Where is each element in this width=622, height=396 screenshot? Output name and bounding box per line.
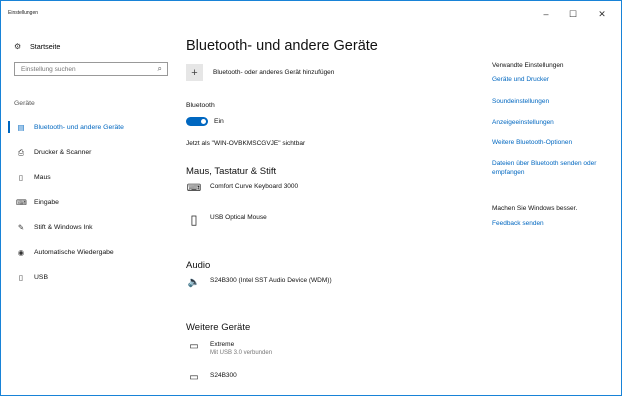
printer-icon: ⎙ [18, 147, 24, 157]
link-send-receive-files[interactable]: Dateien über Bluetooth senden oder empfa… [492, 159, 617, 177]
sidebar-item-autoplay[interactable]: ◉ Automatische Wiedergabe [1, 240, 171, 265]
section-heading-audio: Audio [186, 260, 211, 271]
gear-icon: ⚙ [14, 41, 22, 51]
device-extreme[interactable]: ▭ Extreme Mit USB 3.0 verbunden [186, 341, 272, 357]
sidebar-item-label: USB [34, 274, 48, 281]
search-icon: ⌕ [157, 64, 162, 73]
device-name: S24B300 (Intel SST Audio Device (WDM)) [210, 277, 332, 284]
device-name: Extreme [210, 341, 235, 348]
sidebar-item-mouse[interactable]: ▯ Maus [1, 165, 171, 190]
sidebar-item-printers[interactable]: ⎙ Drucker & Scanner [1, 140, 171, 165]
device-audio[interactable]: 🔈 S24B300 (Intel SST Audio Device (WDM)) [186, 277, 332, 289]
main-content: Bluetooth- und andere Geräte + Bluetooth… [186, 31, 476, 395]
sidebar-home[interactable]: ⚙ Startseite [14, 40, 60, 52]
bluetooth-state: Ein [214, 118, 224, 125]
home-label: Startseite [30, 41, 61, 51]
visible-as-text: Jetzt als "WIN-OVBKMSCGVJE" sichtbar [186, 140, 306, 147]
usb-icon: ▯ [18, 273, 24, 282]
device-name: Comfort Curve Keyboard 3000 [210, 183, 299, 190]
sidebar-item-label: Automatische Wiedergabe [34, 249, 114, 256]
keyboard-icon: ⌨ [16, 198, 27, 207]
devices-icon: ▤ [17, 123, 25, 132]
bluetooth-toggle[interactable] [186, 117, 208, 126]
sidebar-item-usb[interactable]: ▯ USB [1, 265, 171, 290]
sidebar-item-label: Bluetooth- und andere Geräte [34, 124, 124, 131]
mouse-icon: ▯ [190, 212, 198, 227]
device-status: Mit USB 3.0 verbunden [210, 350, 273, 356]
pen-icon: ✎ [17, 223, 25, 232]
add-device-label: Bluetooth- oder anderes Gerät hinzufügen [213, 69, 335, 76]
section-heading-mouse-keyboard: Maus, Tastatur & Stift [186, 166, 277, 177]
mouse-icon: ▯ [18, 173, 24, 182]
search-input[interactable]: Einstellung suchen ⌕ [14, 62, 168, 76]
device-monitor[interactable]: ▭ S24B300 [186, 372, 237, 384]
keyboard-icon: ⌨ [186, 183, 202, 194]
settings-window: Einstellungen – ☐ ✕ ⚙ Startseite Einstel… [0, 0, 622, 396]
selection-indicator [8, 121, 10, 133]
title-bar: Einstellungen – ☐ ✕ [1, 1, 621, 31]
close-button[interactable]: ✕ [591, 7, 613, 21]
feedback-heading: Machen Sie Windows besser. [492, 205, 578, 212]
sidebar-item-label: Stift & Windows Ink [34, 224, 93, 231]
sidebar-nav: ▤ Bluetooth- und andere Geräte ⎙ Drucker… [1, 115, 171, 290]
device-mouse[interactable]: ▯ USB Optical Mouse [186, 212, 267, 227]
link-feedback[interactable]: Feedback senden [492, 219, 617, 228]
plus-icon: + [186, 64, 203, 81]
device-name: USB Optical Mouse [210, 214, 267, 221]
toggle-knob [201, 119, 206, 124]
link-more-bluetooth-options[interactable]: Weitere Bluetooth-Optionen [492, 138, 617, 147]
link-devices-printers[interactable]: Geräte und Drucker [492, 75, 617, 84]
sidebar: ⚙ Startseite Einstellung suchen ⌕ Geräte… [1, 31, 171, 395]
section-label-devices: Geräte [14, 100, 35, 107]
sidebar-item-label: Maus [34, 174, 51, 181]
minimize-button[interactable]: – [535, 7, 557, 21]
sidebar-item-label: Drucker & Scanner [34, 149, 92, 156]
device-keyboard[interactable]: ⌨ Comfort Curve Keyboard 3000 [186, 183, 298, 195]
link-display-settings[interactable]: Anzeigeeinstellungen [492, 118, 617, 127]
autoplay-icon: ◉ [17, 248, 25, 257]
related-heading: Verwandte Einstellungen [492, 62, 564, 69]
monitor-icon: ▭ [189, 372, 199, 383]
sidebar-item-input[interactable]: ⌨ Eingabe [1, 190, 171, 215]
maximize-button[interactable]: ☐ [562, 7, 584, 21]
link-sound-settings[interactable]: Soundeinstellungen [492, 97, 617, 106]
page-title: Bluetooth- und andere Geräte [186, 38, 378, 54]
window-title: Einstellungen [8, 10, 39, 16]
speaker-icon: 🔈 [187, 277, 201, 288]
drive-icon: ▭ [189, 341, 199, 352]
search-placeholder: Einstellung suchen [21, 66, 76, 73]
section-heading-other: Weitere Geräte [186, 322, 251, 333]
sidebar-item-bluetooth[interactable]: ▤ Bluetooth- und andere Geräte [1, 115, 171, 140]
sidebar-item-pen[interactable]: ✎ Stift & Windows Ink [1, 215, 171, 240]
bluetooth-label: Bluetooth [186, 102, 215, 109]
device-name: S24B300 [210, 372, 237, 379]
add-device-button[interactable]: + Bluetooth- oder anderes Gerät hinzufüg… [186, 64, 334, 81]
sidebar-item-label: Eingabe [34, 199, 59, 206]
